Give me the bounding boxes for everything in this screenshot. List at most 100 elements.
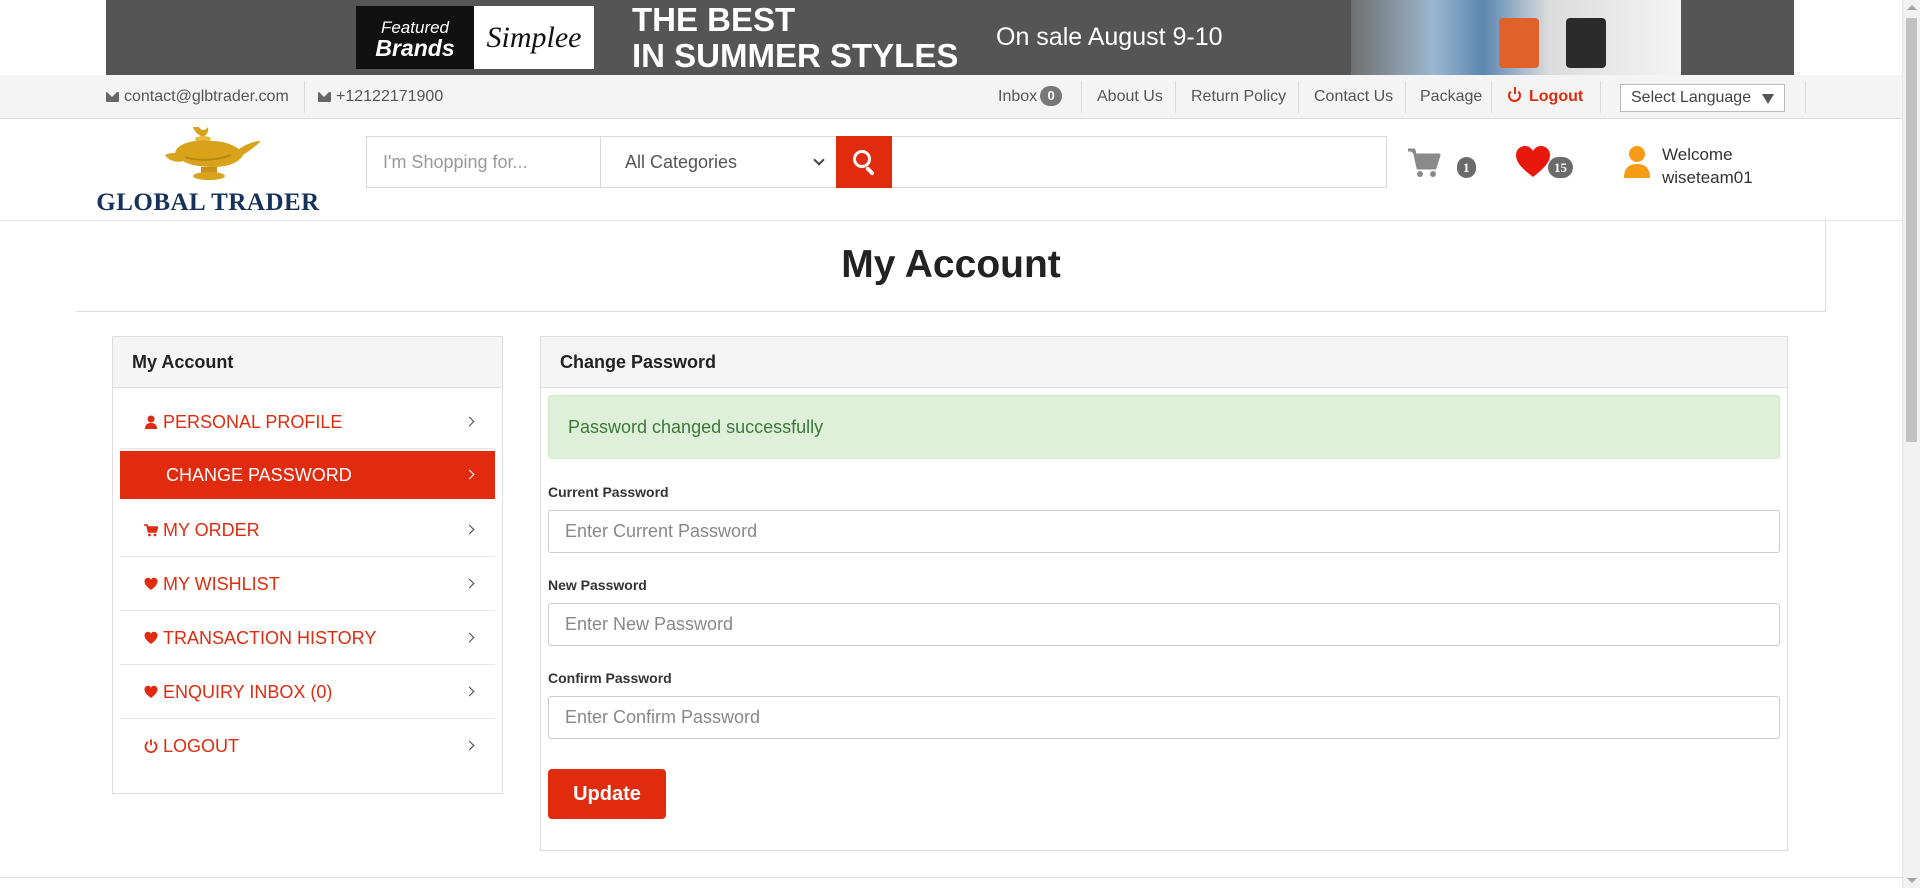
category-select[interactable]: All Categories bbox=[601, 137, 835, 187]
sidebar-item-my-wishlist[interactable]: MY WISHLIST bbox=[120, 557, 495, 611]
heart-icon bbox=[144, 577, 158, 590]
user-icon[interactable] bbox=[1623, 145, 1651, 179]
new-password-field[interactable] bbox=[548, 603, 1780, 646]
divider bbox=[1600, 81, 1601, 113]
banner-headline: THE BEST IN SUMMER STYLES bbox=[632, 2, 958, 74]
scrollbar-thumb[interactable] bbox=[1906, 18, 1917, 442]
page-title: My Account bbox=[841, 243, 1061, 286]
dropdown-arrow-icon bbox=[1762, 94, 1774, 104]
heart-icon bbox=[144, 631, 158, 644]
featured-brands-badge: Featured Brands bbox=[356, 6, 474, 69]
heart-icon[interactable] bbox=[1515, 145, 1551, 179]
banner-headline-line1: THE BEST bbox=[632, 1, 796, 38]
change-password-panel: Change Password Password changed success… bbox=[540, 336, 1788, 851]
banner-brand-name: Simplee bbox=[474, 6, 594, 69]
divider bbox=[1805, 81, 1806, 113]
language-select[interactable]: Select Language bbox=[1620, 84, 1785, 112]
current-password-label: Current Password bbox=[548, 484, 669, 500]
sidebar-item-label: CHANGE PASSWORD bbox=[166, 465, 352, 485]
sidebar-item-personal-profile[interactable]: PERSONAL PROFILE bbox=[120, 395, 495, 449]
contact-phone-text: +12122171900 bbox=[336, 88, 444, 105]
featured-line2: Brands bbox=[375, 35, 455, 61]
chevron-right-icon bbox=[464, 578, 475, 589]
search-icon-handle bbox=[865, 166, 875, 176]
sidebar-item-logout[interactable]: LOGOUT bbox=[120, 719, 495, 773]
sidebar-item-label: MY WISHLIST bbox=[163, 574, 280, 594]
sidebar-item-enquiry-inbox[interactable]: ENQUIRY INBOX (0) bbox=[120, 665, 495, 719]
search-bar: All Categories bbox=[366, 136, 1387, 188]
welcome-line1: Welcome bbox=[1662, 145, 1733, 164]
sidebar-item-change-password[interactable]: CHANGE PASSWORD bbox=[120, 451, 495, 499]
chevron-right-icon bbox=[464, 524, 475, 535]
chevron-right-icon bbox=[464, 632, 475, 643]
confirm-password-field[interactable] bbox=[548, 696, 1780, 739]
return-policy-link[interactable]: Return Policy bbox=[1191, 75, 1286, 119]
contact-phone[interactable]: +12122171900 bbox=[318, 75, 443, 119]
welcome-username: wiseteam01 bbox=[1662, 168, 1753, 187]
panel-title: Change Password bbox=[541, 337, 1787, 388]
new-password-label: New Password bbox=[548, 577, 647, 593]
wishlist-count-badge: 15 bbox=[1548, 157, 1573, 178]
account-sidebar: My Account PERSONAL PROFILE CHANGE PASSW… bbox=[112, 336, 503, 794]
footer-divider bbox=[0, 877, 1902, 878]
envelope-icon bbox=[318, 92, 331, 102]
banner-headline-line2: IN SUMMER STYLES bbox=[632, 37, 959, 74]
site-header: GLOBAL TRADER All Categories 1 15 Welcom… bbox=[0, 119, 1902, 221]
chevron-right-icon bbox=[464, 686, 475, 697]
contact-email-text: contact@glbtrader.com bbox=[124, 88, 289, 105]
cart-icon[interactable] bbox=[1407, 147, 1441, 179]
cart-count-badge: 1 bbox=[1457, 157, 1476, 178]
sidebar-item-label: ENQUIRY INBOX (0) bbox=[163, 682, 333, 702]
sidebar-item-label: TRANSACTION HISTORY bbox=[163, 628, 377, 648]
banner-sale-text: On sale August 9-10 bbox=[996, 23, 1223, 51]
scroll-down-icon[interactable] bbox=[1907, 878, 1917, 883]
category-select-value: All Categories bbox=[625, 152, 738, 172]
sidebar-item-transaction-history[interactable]: TRANSACTION HISTORY bbox=[120, 611, 495, 665]
chevron-right-icon bbox=[464, 416, 475, 427]
heart-icon bbox=[144, 685, 158, 698]
current-password-field[interactable] bbox=[548, 510, 1780, 553]
welcome-text[interactable]: Welcome wiseteam01 bbox=[1662, 143, 1753, 189]
page-title-section: My Account bbox=[76, 221, 1826, 312]
search-button[interactable] bbox=[836, 136, 892, 188]
language-select-value: Select Language bbox=[1631, 89, 1752, 106]
power-icon bbox=[1508, 87, 1521, 102]
envelope-icon bbox=[106, 92, 119, 102]
banner-product-orange bbox=[1499, 18, 1539, 68]
scroll-up-icon[interactable] bbox=[1907, 5, 1917, 10]
sidebar-item-label: PERSONAL PROFILE bbox=[163, 412, 343, 432]
sidebar-item-my-order[interactable]: MY ORDER bbox=[120, 503, 495, 557]
promo-banner[interactable]: Featured Brands Simplee THE BEST IN SUMM… bbox=[106, 0, 1794, 75]
inbox-label: Inbox bbox=[998, 88, 1038, 105]
logout-link[interactable]: Logout bbox=[1508, 75, 1583, 119]
update-button[interactable]: Update bbox=[548, 769, 666, 819]
search-input[interactable] bbox=[367, 137, 601, 187]
logo-text: GLOBAL TRADER bbox=[96, 189, 320, 216]
inbox-count-badge: 0 bbox=[1040, 86, 1063, 106]
contact-email[interactable]: contact@glbtrader.com bbox=[106, 75, 289, 119]
top-bar: contact@glbtrader.com +12122171900 Inbox… bbox=[0, 75, 1902, 119]
divider bbox=[1081, 81, 1082, 113]
logout-label: Logout bbox=[1529, 88, 1584, 105]
chevron-right-icon bbox=[464, 740, 475, 751]
magic-lamp-icon bbox=[165, 127, 261, 180]
cart-icon bbox=[144, 524, 158, 537]
confirm-password-label: Confirm Password bbox=[548, 670, 672, 686]
divider bbox=[1298, 81, 1299, 113]
chevron-down-icon bbox=[813, 154, 825, 166]
inbox-link[interactable]: Inbox 0 bbox=[998, 75, 1063, 119]
about-us-link[interactable]: About Us bbox=[1097, 75, 1163, 119]
chevron-right-icon bbox=[464, 469, 475, 480]
divider bbox=[304, 81, 305, 113]
divider bbox=[1175, 81, 1176, 113]
site-logo[interactable]: GLOBAL TRADER bbox=[93, 119, 323, 219]
page-scrollbar[interactable] bbox=[1902, 0, 1920, 888]
sidebar-item-label: LOGOUT bbox=[163, 736, 240, 756]
divider bbox=[1405, 81, 1406, 113]
search-icon bbox=[853, 150, 871, 168]
package-link[interactable]: Package bbox=[1420, 75, 1482, 119]
sidebar-title: My Account bbox=[113, 337, 502, 388]
success-alert: Password changed successfully bbox=[548, 395, 1780, 459]
power-icon bbox=[144, 739, 158, 753]
contact-us-link[interactable]: Contact Us bbox=[1314, 75, 1393, 119]
